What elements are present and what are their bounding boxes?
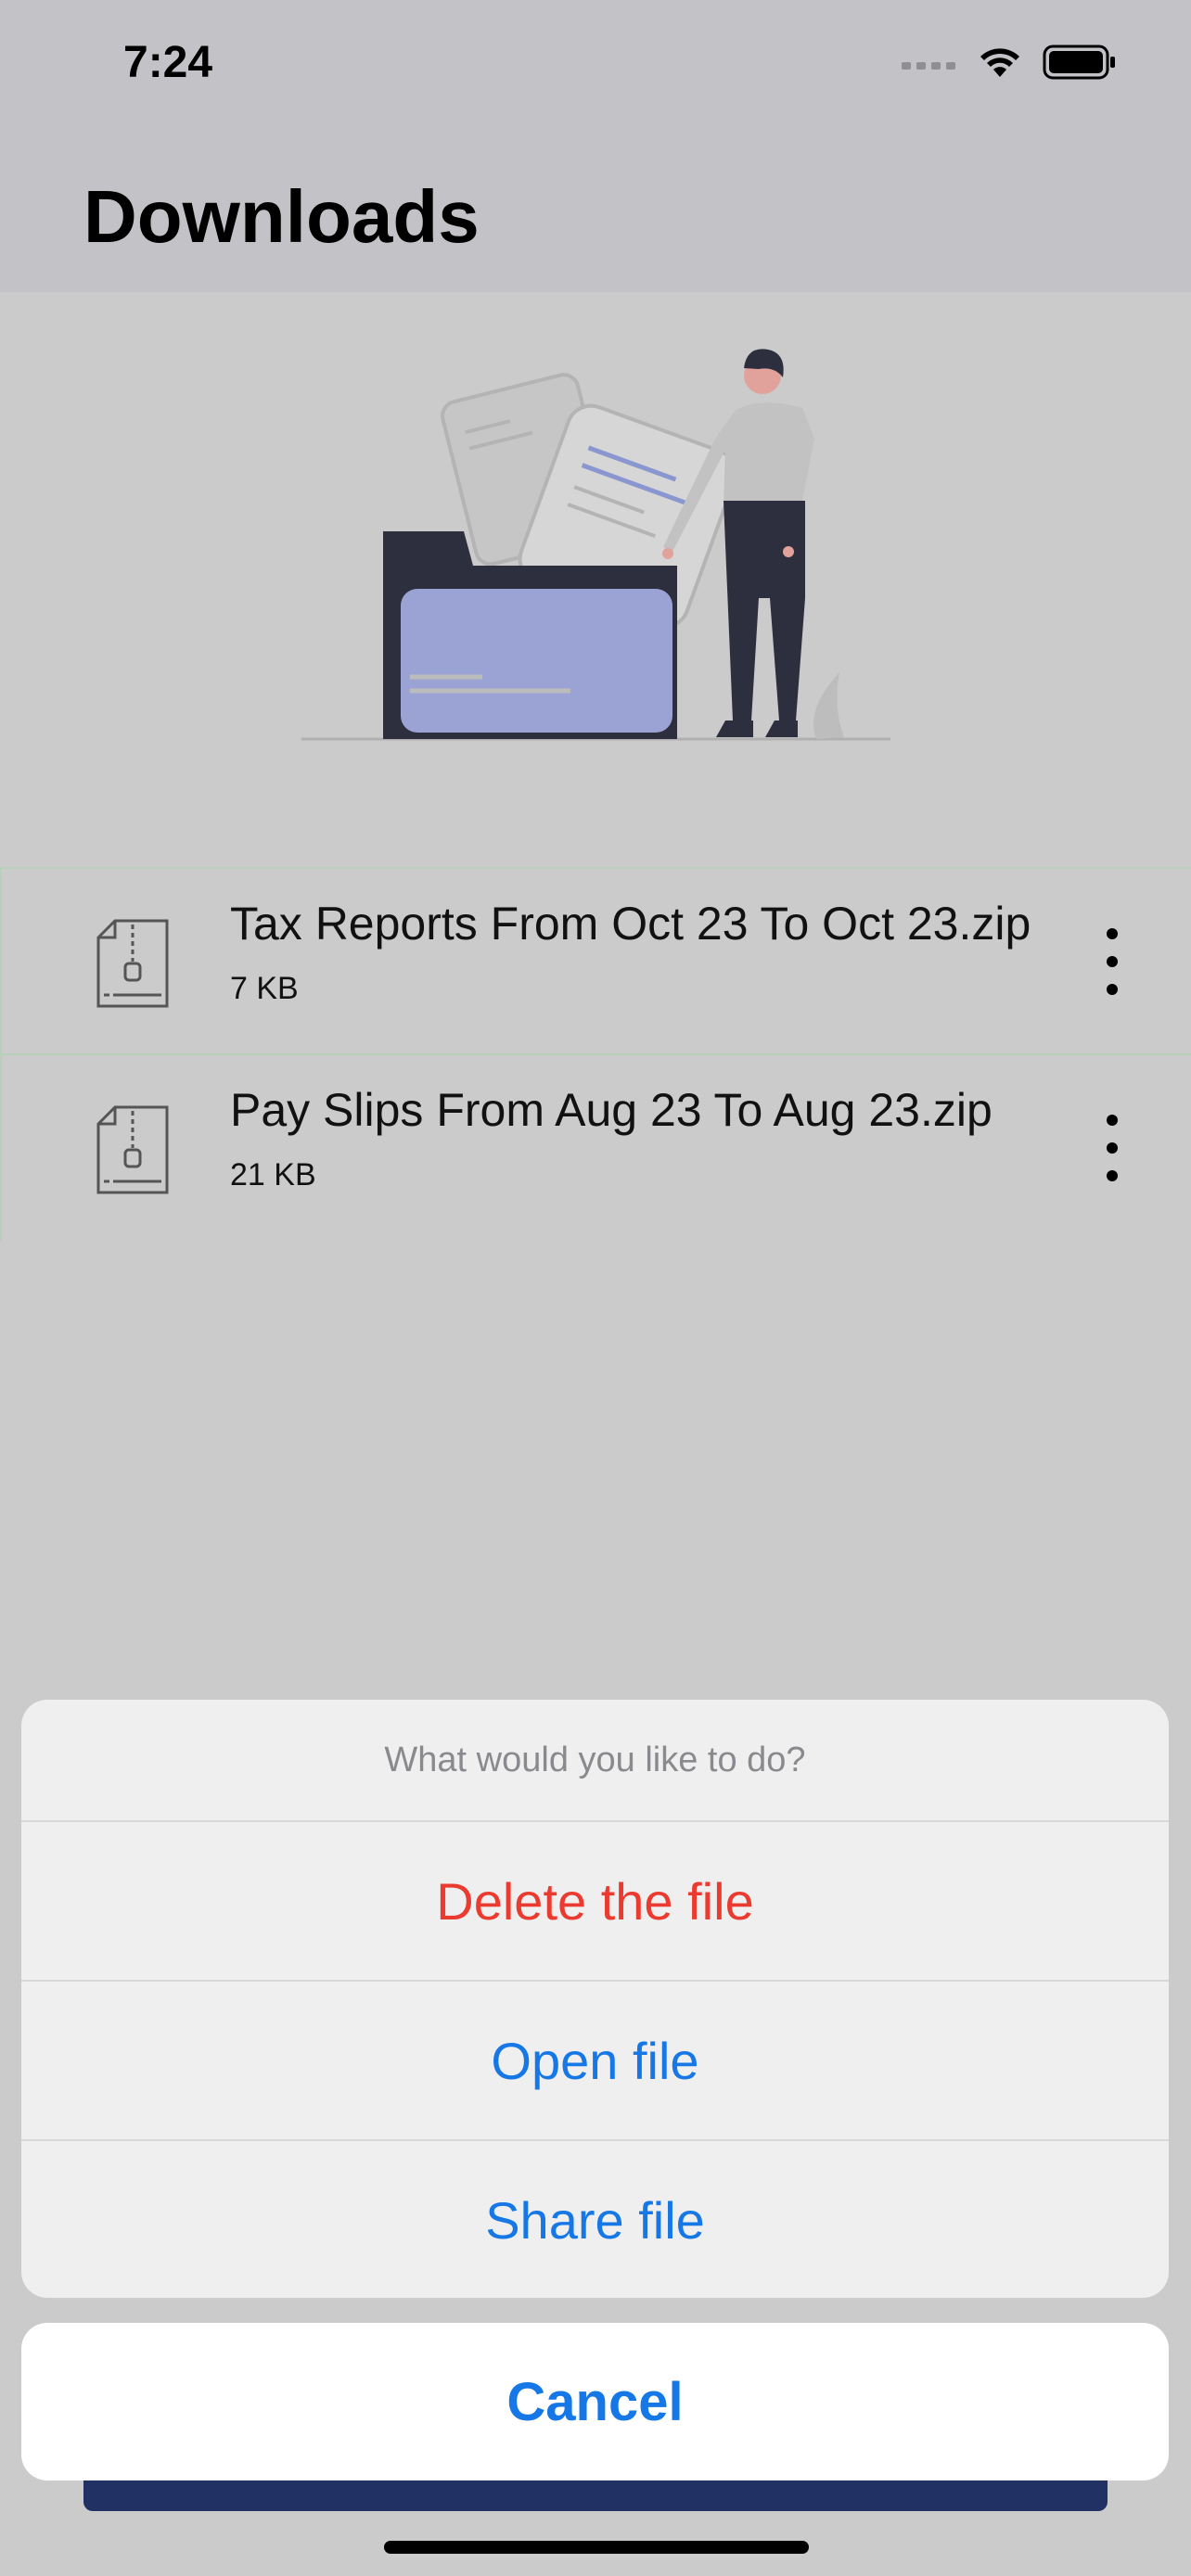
status-time: 7:24 (123, 38, 213, 87)
signal-icon (902, 62, 955, 70)
more-options-button[interactable] (1096, 925, 1130, 999)
status-bar: 7:24 (0, 0, 1191, 139)
cancel-button[interactable]: Cancel (21, 2323, 1169, 2480)
more-vertical-icon-dot (1107, 956, 1118, 967)
navigation-bar: Downloads (0, 139, 1191, 292)
file-row[interactable]: Tax Reports From Oct 23 To Oct 23.zip 7 … (0, 867, 1191, 1054)
battery-icon (1043, 45, 1115, 80)
status-icons (902, 45, 1117, 80)
zip-file-icon (96, 919, 169, 1008)
file-size: 7 KB (230, 971, 299, 1006)
file-row[interactable]: Pay Slips From Aug 23 To Aug 23.zip 21 K… (0, 1053, 1191, 1241)
action-sheet: What would you like to do? Delete the fi… (21, 1700, 1169, 2298)
downloads-illustration (301, 349, 890, 741)
zip-file-icon (96, 1105, 169, 1194)
file-size: 21 KB (230, 1157, 316, 1192)
delete-file-button[interactable]: Delete the file (21, 1822, 1169, 1982)
file-name: Tax Reports From Oct 23 To Oct 23.zip (230, 898, 1031, 950)
file-name: Pay Slips From Aug 23 To Aug 23.zip (230, 1084, 992, 1136)
wifi-icon (980, 48, 1019, 77)
more-vertical-icon (1107, 1115, 1118, 1126)
page-title: Downloads (83, 175, 480, 258)
share-file-button[interactable]: Share file (21, 2141, 1169, 2298)
more-vertical-icon-dot (1107, 984, 1118, 995)
home-indicator[interactable] (384, 2541, 809, 2554)
action-sheet-title: What would you like to do? (21, 1700, 1169, 1822)
open-file-button[interactable]: Open file (21, 1982, 1169, 2141)
more-options-button[interactable] (1096, 1111, 1130, 1185)
more-vertical-icon (1107, 928, 1118, 939)
more-vertical-icon-dot (1107, 1170, 1118, 1181)
more-vertical-icon-dot (1107, 1142, 1118, 1154)
